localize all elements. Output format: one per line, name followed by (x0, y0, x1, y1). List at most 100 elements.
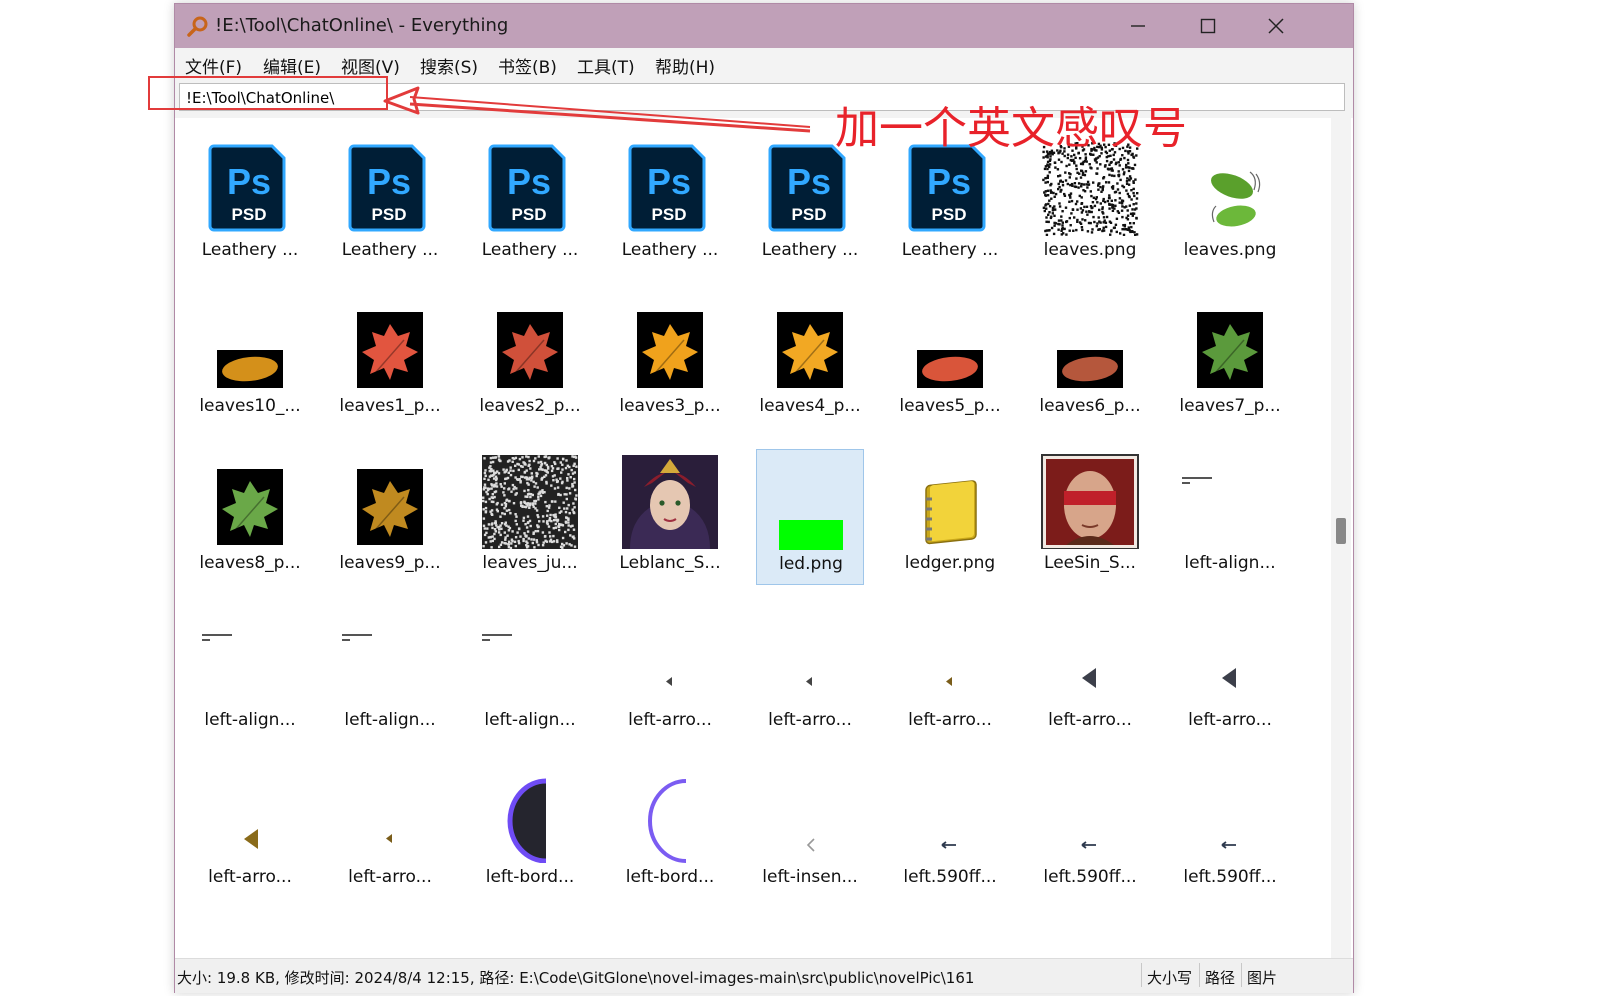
file-item[interactable]: leaves2_p... (476, 292, 584, 428)
status-images[interactable]: 图片 (1247, 967, 1277, 988)
close-button[interactable] (1241, 4, 1311, 48)
status-match-case[interactable]: 大小写 (1147, 967, 1192, 988)
left-arrow-icon (946, 677, 952, 686)
menu-bookmarks[interactable]: 书签(B) (498, 53, 557, 78)
file-item[interactable]: Ps PSD Leathery ... (196, 136, 304, 272)
file-item[interactable]: led.png (756, 449, 864, 585)
file-item[interactable]: leaves8_p... (196, 449, 304, 585)
file-item[interactable]: left-align... (196, 606, 304, 742)
status-separator (1241, 963, 1242, 987)
file-item[interactable]: leaves9_p... (336, 449, 444, 585)
file-item[interactable]: ledger.png (896, 449, 1004, 585)
left-arrow-icon (1081, 841, 1096, 849)
file-name: Leathery ... (761, 240, 859, 260)
leaf-thumbnail (1057, 350, 1123, 388)
file-item[interactable]: leaves6_p... (1036, 292, 1144, 428)
file-name: left-bord... (625, 867, 715, 887)
file-item[interactable]: left-arro... (1176, 606, 1284, 742)
file-thumbnail (336, 763, 444, 863)
file-item[interactable]: left-align... (336, 606, 444, 742)
psd-file-icon: Ps PSD (488, 144, 566, 232)
file-item[interactable]: left-arro... (1036, 606, 1144, 742)
minimize-icon (1131, 25, 1145, 27)
file-item[interactable]: leaves4_p... (756, 292, 864, 428)
file-name: led.png (779, 554, 843, 574)
status-match-path[interactable]: 路径 (1205, 967, 1235, 988)
file-item[interactable]: left-arro... (336, 763, 444, 899)
file-item[interactable]: Ps PSD Leathery ... (476, 136, 584, 272)
file-grid[interactable]: Ps PSD Leathery ... Ps PSD Leathery ... Ps PSD L… (176, 118, 1331, 958)
menu-edit[interactable]: 编辑(E) (263, 53, 321, 78)
file-thumbnail (1036, 606, 1144, 706)
file-item[interactable]: Ps PSD Leathery ... (616, 136, 724, 272)
menu-view[interactable]: 视图(V) (341, 53, 400, 78)
file-item[interactable]: LeeSin_S... (1036, 449, 1144, 585)
scroll-thumb[interactable] (1336, 518, 1346, 544)
leaf-thumbnail (777, 312, 843, 388)
file-name: leaves4_p... (759, 396, 861, 416)
file-thumbnail (1036, 292, 1144, 392)
file-name: leaves.png (1043, 240, 1137, 260)
file-name: leaves6_p... (1039, 396, 1141, 416)
led-thumbnail (779, 520, 843, 550)
file-name: Leathery ... (901, 240, 999, 260)
leaf-thumbnail (357, 312, 423, 388)
file-item[interactable]: leaves.png (1176, 136, 1284, 272)
leaf-thumbnail (217, 350, 283, 388)
minimize-button[interactable] (1103, 4, 1173, 48)
svg-text:Ps: Ps (927, 161, 971, 202)
menu-search[interactable]: 搜索(S) (420, 53, 478, 78)
file-item[interactable]: Ps PSD Leathery ... (336, 136, 444, 272)
file-thumbnail (196, 763, 304, 863)
file-item[interactable]: leaves1_p... (336, 292, 444, 428)
file-name: leaves8_p... (199, 553, 301, 573)
file-name: left-align... (1184, 553, 1276, 573)
file-item[interactable]: leaves7_p... (1176, 292, 1284, 428)
file-item[interactable]: left-align... (476, 606, 584, 742)
maximize-button[interactable] (1173, 4, 1243, 48)
file-item[interactable]: left.590ff... (1036, 763, 1144, 899)
file-item[interactable]: Ps PSD Leathery ... (756, 136, 864, 272)
file-item[interactable]: left-arro... (896, 606, 1004, 742)
menu-help[interactable]: 帮助(H) (655, 53, 715, 78)
file-item[interactable]: leaves3_p... (616, 292, 724, 428)
vertical-scrollbar[interactable] (1331, 118, 1351, 958)
menu-tools[interactable]: 工具(T) (577, 53, 635, 78)
file-item[interactable]: Ps PSD Leathery ... (896, 136, 1004, 272)
file-item[interactable]: left-arro... (196, 763, 304, 899)
title-bar[interactable]: !E:\Tool\ChatOnline\ - Everything (175, 4, 1353, 48)
window-title: !E:\Tool\ChatOnline\ - Everything (215, 15, 509, 36)
file-item[interactable]: leaves5_p... (896, 292, 1004, 428)
file-item[interactable]: leaves_ju... (476, 449, 584, 585)
file-name: left-arro... (1048, 710, 1132, 730)
file-thumbnail (896, 763, 1004, 863)
file-item[interactable]: left-arro... (616, 606, 724, 742)
file-thumbnail (1176, 136, 1284, 236)
file-item[interactable]: left-bord... (616, 763, 724, 899)
file-item[interactable]: left.590ff... (1176, 763, 1284, 899)
svg-text:Ps: Ps (787, 161, 831, 202)
file-item[interactable]: Leblanc_S... (616, 449, 724, 585)
menu-file[interactable]: 文件(F) (185, 53, 242, 78)
file-thumbnail (336, 449, 444, 549)
file-item[interactable]: leaves.png (1036, 136, 1144, 272)
portrait-thumbnail (1041, 454, 1139, 549)
file-thumbnail: Ps PSD (336, 136, 444, 236)
file-name: leaves.png (1183, 240, 1277, 260)
svg-text:PSD: PSD (372, 205, 407, 224)
file-item[interactable]: left-insen... (756, 763, 864, 899)
file-item[interactable]: left-align... (1176, 449, 1284, 585)
status-separator (1199, 963, 1200, 987)
psd-file-icon: Ps PSD (348, 144, 426, 232)
file-item[interactable]: left.590ff... (896, 763, 1004, 899)
svg-text:PSD: PSD (512, 205, 547, 224)
annotation-box (148, 76, 388, 110)
svg-text:Ps: Ps (647, 161, 691, 202)
file-thumbnail (1176, 606, 1284, 706)
file-item[interactable]: left-arro... (756, 606, 864, 742)
file-name: left-arro... (908, 710, 992, 730)
file-thumbnail (336, 606, 444, 706)
file-item[interactable]: leaves10_... (196, 292, 304, 428)
file-thumbnail: Ps PSD (476, 136, 584, 236)
file-item[interactable]: left-bord... (476, 763, 584, 899)
